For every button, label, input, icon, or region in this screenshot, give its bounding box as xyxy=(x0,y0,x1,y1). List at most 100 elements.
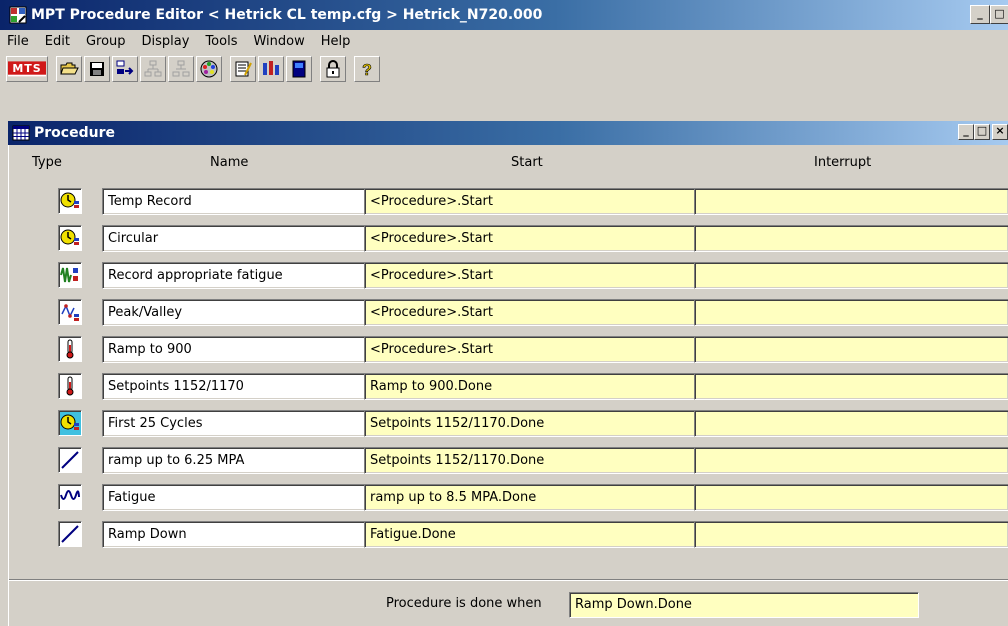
name-field[interactable]: Circular xyxy=(102,225,368,252)
name-field[interactable]: Setpoints 1152/1170 xyxy=(102,373,368,400)
menu-display[interactable]: Display xyxy=(134,34,198,49)
cyclic-icon xyxy=(60,490,80,500)
interrupt-field[interactable] xyxy=(694,262,1008,289)
palette-icon xyxy=(200,60,218,78)
menu-file[interactable]: File xyxy=(0,34,37,49)
interrupt-field[interactable] xyxy=(694,336,1008,363)
done-field[interactable]: Ramp Down.Done xyxy=(569,592,919,618)
interrupt-field[interactable] xyxy=(694,373,1008,400)
table-row: Ramp Down Fatigue.Done xyxy=(9,519,1008,549)
svg-text:?: ? xyxy=(362,62,372,79)
edit-list-button[interactable] xyxy=(230,56,256,82)
interrupt-field[interactable] xyxy=(694,299,1008,326)
book-button[interactable] xyxy=(286,56,312,82)
start-field[interactable]: ramp up to 8.5 MPA.Done xyxy=(364,484,696,511)
start-field[interactable]: Setpoints 1152/1170.Done xyxy=(364,410,696,437)
lock-icon xyxy=(326,60,340,78)
app-window: MPT Procedure Editor < Hetrick CL temp.c… xyxy=(0,0,1008,626)
type-button[interactable] xyxy=(58,410,82,436)
start-field[interactable]: <Procedure>.Start xyxy=(364,299,696,326)
group-button xyxy=(140,56,166,82)
mts-button[interactable]: MTS xyxy=(6,56,48,82)
ungroup-icon xyxy=(172,60,190,77)
insert-icon xyxy=(116,60,134,75)
ramp-icon xyxy=(61,451,79,469)
divider xyxy=(9,579,1008,581)
start-field[interactable]: <Procedure>.Start xyxy=(364,336,696,363)
start-field[interactable]: Ramp to 900.Done xyxy=(364,373,696,400)
start-field[interactable]: <Procedure>.Start xyxy=(364,188,696,215)
interrupt-field[interactable] xyxy=(694,188,1008,215)
thermometer-icon xyxy=(66,376,74,396)
peak-valley-icon xyxy=(61,304,79,321)
name-field[interactable]: Ramp Down xyxy=(102,521,368,548)
header-start: Start xyxy=(511,155,543,170)
menu-help[interactable]: Help xyxy=(313,34,359,49)
menu-tools[interactable]: Tools xyxy=(197,34,245,49)
procedure-close-button[interactable]: × xyxy=(992,124,1008,140)
help-button[interactable]: ? xyxy=(354,56,380,82)
procedure-minimize-button[interactable]: _ xyxy=(958,124,974,140)
start-field[interactable]: Fatigue.Done xyxy=(364,521,696,548)
procedure-title: Procedure xyxy=(34,125,115,141)
save-button[interactable] xyxy=(84,56,110,82)
type-button[interactable] xyxy=(58,299,82,325)
header-type: Type xyxy=(32,155,62,170)
menu-bar: File Edit Group Display Tools Window Hel… xyxy=(0,30,1008,52)
interrupt-field[interactable] xyxy=(694,225,1008,252)
name-field[interactable]: ramp up to 6.25 MPA xyxy=(102,447,368,474)
procedure-maximize-button[interactable]: □ xyxy=(974,124,990,140)
name-field[interactable]: Temp Record xyxy=(102,188,368,215)
table-row: Peak/Valley <Procedure>.Start xyxy=(9,297,1008,327)
type-button[interactable] xyxy=(58,336,82,362)
start-field[interactable]: <Procedure>.Start xyxy=(364,225,696,252)
help-icon: ? xyxy=(362,62,372,79)
signal-icon xyxy=(263,61,279,75)
minimize-button[interactable]: _ xyxy=(970,5,990,24)
mts-label: MTS xyxy=(12,61,42,75)
maximize-button[interactable]: □ xyxy=(990,5,1008,24)
name-field[interactable]: Peak/Valley xyxy=(102,299,368,326)
data-acquisition-icon xyxy=(60,192,79,208)
interrupt-field[interactable] xyxy=(694,484,1008,511)
name-field[interactable]: Fatigue xyxy=(102,484,368,511)
interrupt-field[interactable] xyxy=(694,447,1008,474)
start-field[interactable]: <Procedure>.Start xyxy=(364,262,696,289)
table-row: Circular <Procedure>.Start xyxy=(9,223,1008,253)
done-label: Procedure is done when xyxy=(386,596,542,611)
edit-list-icon xyxy=(235,61,252,77)
palette-button[interactable] xyxy=(196,56,222,82)
signal-button[interactable] xyxy=(258,56,284,82)
type-button[interactable] xyxy=(58,225,82,251)
start-field[interactable]: Setpoints 1152/1170.Done xyxy=(364,447,696,474)
name-field[interactable]: Record appropriate fatigue xyxy=(102,262,368,289)
app-icon xyxy=(9,6,27,24)
interrupt-field[interactable] xyxy=(694,521,1008,548)
insert-button[interactable] xyxy=(112,56,138,82)
type-button[interactable] xyxy=(58,484,82,510)
type-button[interactable] xyxy=(58,447,82,473)
group-icon xyxy=(144,60,162,77)
data-acquisition-icon xyxy=(60,414,79,430)
lock-button[interactable] xyxy=(320,56,346,82)
interrupt-field[interactable] xyxy=(694,410,1008,437)
table-row: Setpoints 1152/1170 Ramp to 900.Done xyxy=(9,371,1008,401)
table-row: Record appropriate fatigue <Procedure>.S… xyxy=(9,260,1008,290)
type-button[interactable] xyxy=(58,262,82,288)
title-bar[interactable]: MPT Procedure Editor < Hetrick CL temp.c… xyxy=(0,0,1008,30)
procedure-title-bar[interactable]: Procedure _ □ × xyxy=(8,121,1008,145)
table-row: Ramp to 900 <Procedure>.Start xyxy=(9,334,1008,364)
menu-edit[interactable]: Edit xyxy=(37,34,78,49)
save-icon xyxy=(90,62,104,76)
window-title: MPT Procedure Editor < Hetrick CL temp.c… xyxy=(31,7,543,23)
type-button[interactable] xyxy=(58,188,82,214)
menu-group[interactable]: Group xyxy=(78,34,134,49)
header-name: Name xyxy=(210,155,249,170)
type-button[interactable] xyxy=(58,373,82,399)
type-button[interactable] xyxy=(58,521,82,547)
name-field[interactable]: First 25 Cycles xyxy=(102,410,368,437)
menu-window[interactable]: Window xyxy=(245,34,312,49)
toolbar: MTS ? xyxy=(0,54,1008,84)
name-field[interactable]: Ramp to 900 xyxy=(102,336,368,363)
open-button[interactable] xyxy=(56,56,82,82)
